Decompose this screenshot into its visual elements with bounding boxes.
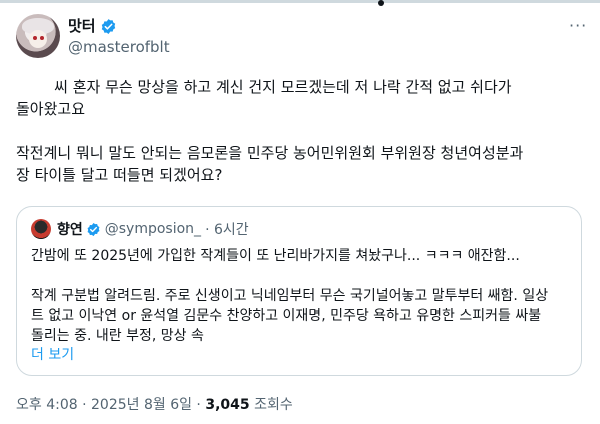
author-name[interactable]: 맛터 xyxy=(68,16,96,36)
tweet-footer: 오후 4:08 · 2025년 8월 6일 · 3,045 조회수 xyxy=(16,395,293,415)
quoted-tweet-text: 간밤에 또 2025년에 가입한 작계들이 또 난리바가지를 쳐놨구나... ㅋ… xyxy=(31,248,549,344)
quoted-author-handle[interactable]: @symposion_ xyxy=(105,221,201,237)
top-divider xyxy=(0,0,600,3)
avatar[interactable] xyxy=(16,14,60,58)
tweet-header: 맛터 @masterofblt ··· xyxy=(16,14,587,62)
verified-badge-icon xyxy=(87,222,100,236)
author-handle[interactable]: @masterofblt xyxy=(68,37,170,57)
quoted-timestamp[interactable]: · 6시간 xyxy=(205,219,249,239)
more-options-icon[interactable]: ··· xyxy=(569,16,587,36)
quoted-avatar[interactable] xyxy=(31,219,51,239)
author-name-row[interactable]: 맛터 xyxy=(68,16,117,36)
views-count: 3,045 xyxy=(205,397,250,413)
page-indicator-dot xyxy=(378,0,384,6)
tweet-text: 씨 혼자 무슨 망상을 하고 계신 건지 모르겠는데 저 나락 간적 없고 쉬다… xyxy=(16,78,524,184)
quoted-author-name[interactable]: 향연 xyxy=(57,219,83,239)
tweet-timestamp[interactable]: 오후 4:08 · 2025년 8월 6일 · xyxy=(16,397,205,413)
views-label: 조회수 xyxy=(249,397,293,413)
quoted-tweet[interactable]: 향연 @symposion_ · 6시간 간밤에 또 2025년에 가입한 작계… xyxy=(16,206,582,376)
quoted-tweet-header: 향연 @symposion_ · 6시간 xyxy=(31,219,249,239)
show-more-link[interactable]: 더 보기 xyxy=(31,345,74,365)
verified-badge-icon xyxy=(101,18,115,34)
